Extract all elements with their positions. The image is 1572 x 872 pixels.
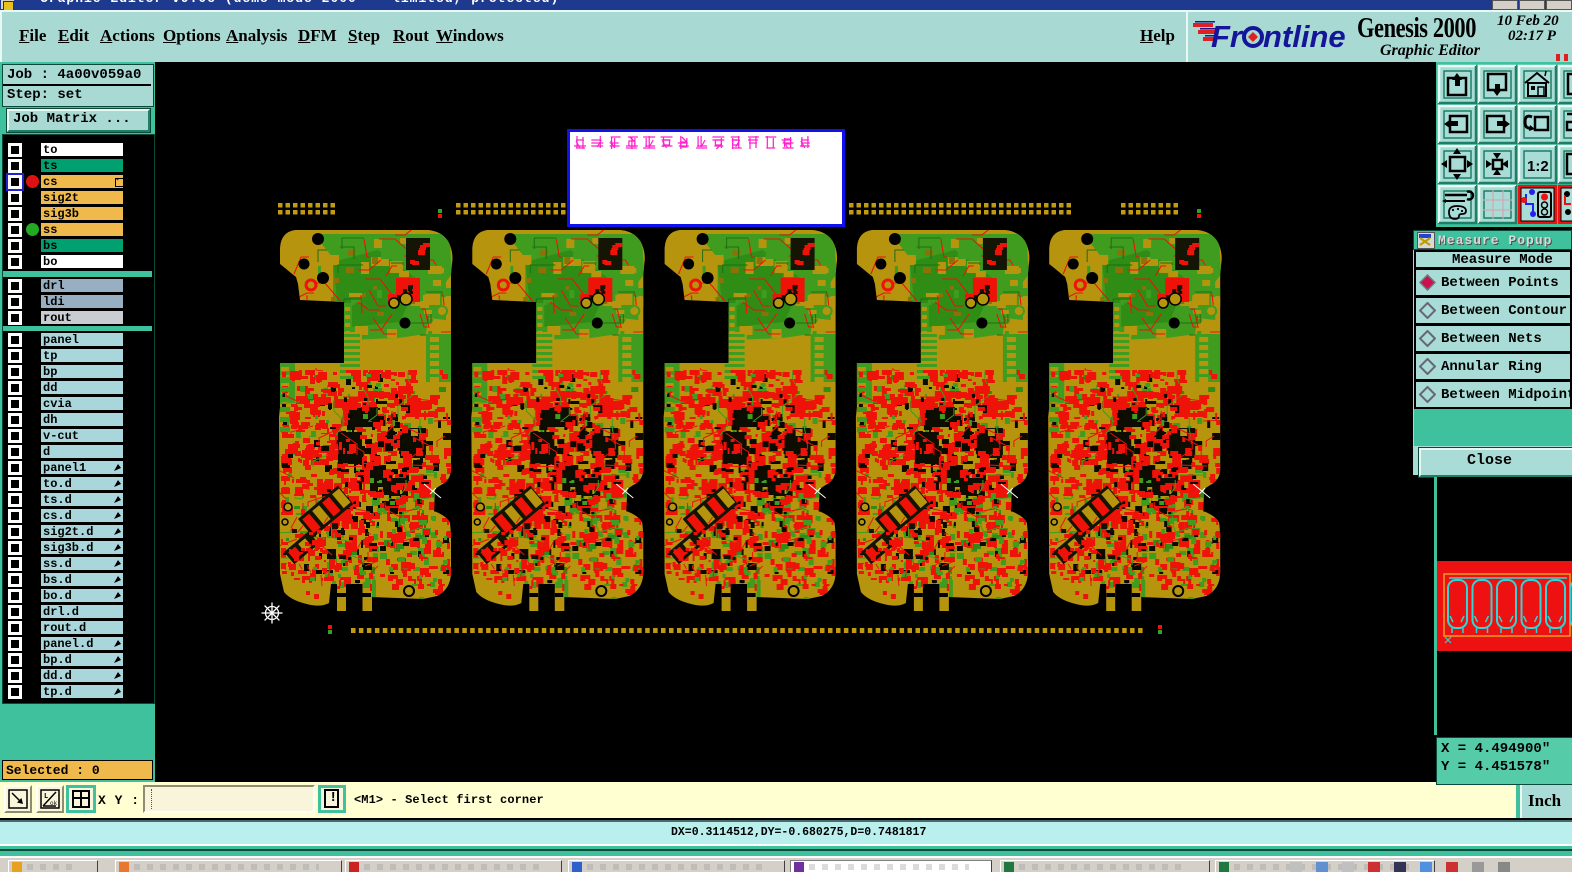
svg-text:1:2: 1:2 — [1527, 158, 1549, 175]
